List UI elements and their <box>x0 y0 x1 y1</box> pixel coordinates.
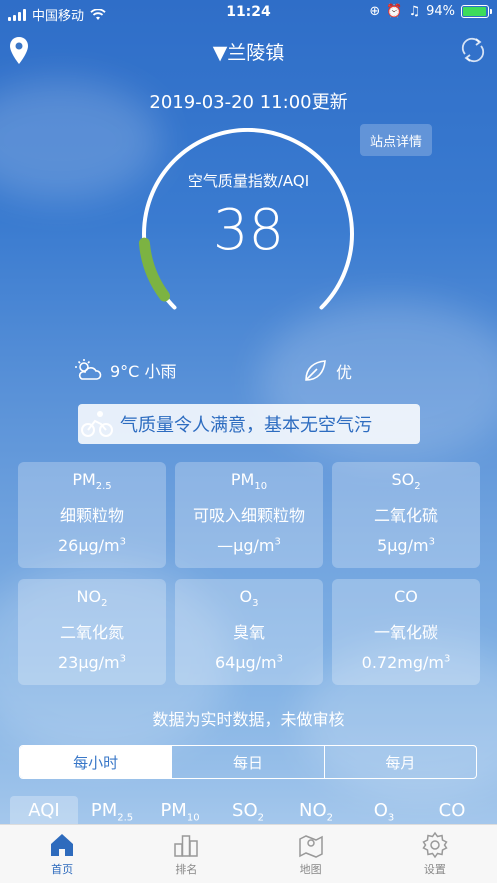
pollutant-value: 0.72mg/m <box>361 653 444 672</box>
map-icon <box>298 835 323 858</box>
gear-icon <box>422 831 448 859</box>
weather-text: 9°C 小雨 <box>110 362 177 381</box>
tab-subscript: 2.5 <box>117 812 134 824</box>
pollutant-grid: PM2.5 细颗粒物 26μg/m3 PM10 可吸入细颗粒物 —μg/m3 S… <box>18 462 480 685</box>
tab-aqi[interactable]: AQI <box>10 796 78 826</box>
pollutant-name: 细颗粒物 <box>59 506 124 525</box>
pollutant-name: 可吸入细颗粒物 <box>192 506 305 525</box>
home-icon <box>51 834 74 856</box>
pollutant-name: 一氧化碳 <box>373 623 438 642</box>
pollutant-subscript: 2.5 <box>95 481 112 493</box>
data-disclaimer: 数据为实时数据，未做审核 <box>152 710 345 729</box>
tab-so2[interactable]: SO2 <box>214 796 282 826</box>
pollutant-value: —μg/m <box>217 536 275 555</box>
headphones-icon: ♫ <box>408 4 421 19</box>
pollutant-value: 23μg/m <box>57 653 120 672</box>
pollutant-card-co[interactable]: CO 一氧化碳 0.72mg/m3 <box>332 579 480 685</box>
pollutant-symbol: PM <box>230 470 255 489</box>
air-quality-summary: 优 <box>302 358 352 384</box>
unit-superscript: 3 <box>119 653 127 665</box>
tab-label: NO <box>298 800 327 821</box>
pollutant-subscript: 2 <box>101 598 108 610</box>
pollutant-symbol: NO <box>76 587 102 606</box>
bottom-tab-bar: 首页 排名 地图 设置 <box>0 824 497 883</box>
battery-icon <box>461 5 492 18</box>
tab-ranking-label: 排名 <box>175 863 198 876</box>
unit-superscript: 3 <box>443 653 451 665</box>
pollutant-value: 64μg/m <box>214 653 277 672</box>
battery-percent: 94% <box>426 4 455 19</box>
pollutant-symbol: PM <box>72 470 96 489</box>
health-advice-banner: 气质量令人满意，基本无空气污 <box>78 404 420 444</box>
pollutant-card-o3[interactable]: O3 臭氧 64μg/m3 <box>175 579 323 685</box>
ranking-icon <box>174 835 199 857</box>
pollutant-value: 5μg/m <box>377 536 429 555</box>
tab-co[interactable]: CO <box>418 796 486 826</box>
tab-o3[interactable]: O3 <box>350 796 418 826</box>
alarm-icon: ⏰ <box>386 4 403 19</box>
pollutant-symbol: SO <box>391 470 415 489</box>
cloudy-sun-icon <box>75 359 102 380</box>
unit-superscript: 3 <box>276 653 284 665</box>
nav-bar: ▼兰陵镇 <box>0 26 497 76</box>
pollutant-name: 臭氧 <box>232 623 265 642</box>
tab-home[interactable]: 首页 <box>0 825 124 883</box>
health-advice-text: 气质量令人满意，基本无空气污 <box>120 415 372 436</box>
tab-label: PM <box>90 800 118 821</box>
tab-settings[interactable]: 设置 <box>373 825 497 883</box>
tab-home-label: 首页 <box>51 863 74 876</box>
cyclist-icon <box>78 404 116 444</box>
tab-label: CO <box>438 800 466 821</box>
tab-daily[interactable]: 每日 <box>171 746 323 778</box>
station-detail-button[interactable]: 站点详情 <box>360 124 432 156</box>
unit-superscript: 3 <box>274 536 281 548</box>
tab-subscript: 10 <box>186 812 200 824</box>
tab-ranking[interactable]: 排名 <box>124 825 248 883</box>
pollutant-value: 26μg/m <box>57 536 120 555</box>
location-selector[interactable]: ▼兰陵镇 <box>0 38 497 65</box>
pollutant-name: 二氧化硫 <box>373 506 438 525</box>
pollutant-subscript: 2 <box>414 481 421 493</box>
period-segmented-control: 每小时 每日 每月 <box>19 745 477 779</box>
unit-superscript: 3 <box>119 536 127 548</box>
tab-subscript: 2 <box>326 812 333 824</box>
pollutant-name: 二氧化氮 <box>59 623 124 642</box>
pollutant-subscript: 3 <box>252 598 259 610</box>
pollutant-card-pm10[interactable]: PM10 可吸入细颗粒物 —μg/m3 <box>175 462 323 568</box>
tab-pm25[interactable]: PM2.5 <box>78 796 146 826</box>
aqi-value: 38 <box>212 198 285 263</box>
air-quality-level: 优 <box>336 363 353 382</box>
tab-no2[interactable]: NO2 <box>282 796 350 826</box>
tab-map[interactable]: 地图 <box>249 825 373 883</box>
tab-label: O <box>373 800 388 821</box>
tab-map-label: 地图 <box>299 863 322 876</box>
pollutant-card-pm25[interactable]: PM2.5 细颗粒物 26μg/m3 <box>18 462 166 568</box>
pollutant-card-no2[interactable]: NO2 二氧化氮 23μg/m3 <box>18 579 166 685</box>
tab-monthly[interactable]: 每月 <box>323 746 476 778</box>
tab-label: SO <box>232 800 258 821</box>
pollutant-tabs: AQI PM2.5 PM10 SO2 NO2 O3 CO <box>10 796 490 826</box>
tab-hourly[interactable]: 每小时 <box>20 746 172 778</box>
refresh-icon[interactable] <box>459 36 487 64</box>
pollutant-symbol: CO <box>394 587 418 606</box>
unit-superscript: 3 <box>428 536 435 548</box>
weather-summary: 9°C 小雨 <box>74 358 176 382</box>
update-time: 2019-03-20 11:00更新 <box>149 92 348 113</box>
tab-settings-label: 设置 <box>423 863 446 876</box>
pollutant-symbol: O <box>239 587 253 606</box>
leaf-icon <box>305 360 326 381</box>
aqi-label: 空气质量指数/AQI <box>187 172 310 190</box>
tab-pm10[interactable]: PM10 <box>146 796 214 826</box>
status-bar: 中国移动 11:24 ⊕ ⏰ ♫ 94% <box>0 0 497 26</box>
tab-label: PM <box>160 800 187 821</box>
tab-subscript: 3 <box>387 812 395 824</box>
pollutant-card-so2[interactable]: SO2 二氧化硫 5μg/m3 <box>332 462 480 568</box>
tab-subscript: 2 <box>257 812 264 824</box>
tab-label: AQI <box>28 800 60 821</box>
rotation-lock-icon: ⊕ <box>369 4 381 19</box>
pollutant-subscript: 10 <box>254 481 268 493</box>
